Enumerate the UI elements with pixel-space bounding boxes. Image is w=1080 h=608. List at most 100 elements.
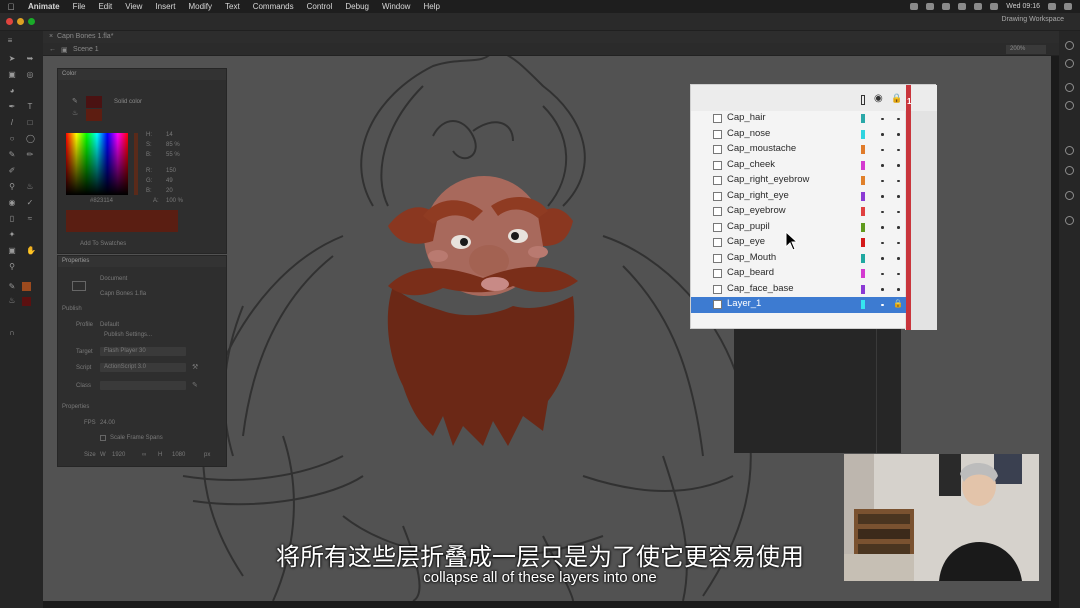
minimize-window-icon[interactable] <box>17 18 24 25</box>
paint-bucket-tool-icon[interactable]: ♨ <box>26 183 34 191</box>
layer-name[interactable]: Cap_face_base <box>727 283 794 294</box>
menu-insert[interactable]: Insert <box>155 2 182 11</box>
status-icon[interactable] <box>926 3 935 10</box>
align-panel-icon[interactable] <box>1065 146 1074 155</box>
menu-edit[interactable]: Edit <box>98 2 119 11</box>
color-picker-field[interactable] <box>66 133 128 195</box>
lock-dot[interactable] <box>897 179 900 182</box>
menu-debug[interactable]: Debug <box>345 2 376 11</box>
visibility-dot[interactable] <box>881 210 884 213</box>
eyedropper-tool-icon[interactable]: ✓ <box>26 199 34 207</box>
clock[interactable]: Wed 09:16 <box>1006 3 1040 10</box>
layer-color-swatch[interactable] <box>861 269 865 278</box>
lock-dot[interactable] <box>897 210 900 213</box>
visibility-dot[interactable] <box>881 195 884 198</box>
layer-row[interactable]: Cap_right_eyebrow <box>691 173 906 189</box>
panel-menu-icon[interactable]: ≡ <box>6 37 14 45</box>
layer-name[interactable]: Cap_beard <box>727 267 774 278</box>
width-tool-icon[interactable]: ≈ <box>26 215 34 223</box>
fill-swatch[interactable] <box>86 109 102 121</box>
text-tool-icon[interactable]: T <box>26 103 34 111</box>
lock-dot[interactable] <box>897 288 900 291</box>
brightness-slider[interactable] <box>134 133 138 195</box>
fill-color-swatch[interactable] <box>22 297 31 306</box>
visibility-dot[interactable] <box>881 148 884 151</box>
status-icon[interactable] <box>910 3 919 10</box>
visibility-dot[interactable] <box>881 272 884 275</box>
alpha-value[interactable]: 100 % <box>166 198 183 204</box>
layer-name[interactable]: Cap_eyebrow <box>727 205 786 216</box>
layer-row[interactable]: Cap_eyebrow <box>691 204 906 220</box>
target-dropdown[interactable]: Flash Player 30 <box>100 347 186 356</box>
blue-value[interactable]: 20 <box>166 188 173 194</box>
menu-commands[interactable]: Commands <box>253 2 301 11</box>
lock-icon[interactable]: 🔒 <box>893 299 903 308</box>
properties-heading[interactable]: Properties <box>62 404 89 410</box>
lock-dot[interactable] <box>897 133 900 136</box>
lock-dot[interactable] <box>897 195 900 198</box>
layer-name[interactable]: Cap_nose <box>727 128 770 139</box>
layer-row[interactable]: Cap_cheek <box>691 158 906 174</box>
layer-name[interactable]: Cap_moustache <box>727 143 796 154</box>
layer-name[interactable]: Layer_1 <box>727 298 761 309</box>
publish-settings-button[interactable]: Publish Settings... <box>104 332 152 338</box>
width-value[interactable]: 1920 <box>112 452 125 458</box>
menu-modify[interactable]: Modify <box>188 2 219 11</box>
scale-spans-checkbox[interactable] <box>100 435 106 441</box>
status-icon[interactable] <box>958 3 967 10</box>
layer-color-swatch[interactable] <box>861 145 865 154</box>
layer-row[interactable]: Cap_right_eye <box>691 189 906 205</box>
layer-row[interactable]: Cap_nose <box>691 127 906 143</box>
layer-color-swatch[interactable] <box>861 207 865 216</box>
stroke-color-swatch[interactable] <box>22 282 31 291</box>
layer-row[interactable]: Cap_moustache <box>691 142 906 158</box>
back-arrow-icon[interactable]: ← <box>49 46 56 53</box>
layer-name[interactable]: Cap_pupil <box>727 221 770 232</box>
oval-tool-icon[interactable]: ○ <box>8 135 16 143</box>
battery-icon[interactable] <box>990 3 999 10</box>
publish-heading[interactable]: Publish <box>62 306 82 312</box>
fill-bucket-icon[interactable]: ♨ <box>72 109 78 117</box>
add-to-swatches-button[interactable]: Add To Swatches <box>80 241 126 247</box>
visibility-dot[interactable] <box>881 226 884 229</box>
bone-tool-icon[interactable]: ⚲ <box>8 183 16 191</box>
fill-color-icon[interactable]: ♨ <box>8 297 16 305</box>
wrench-icon[interactable]: ⚒ <box>192 363 198 371</box>
outline-column-icon[interactable] <box>861 95 865 105</box>
r-value[interactable]: 150 <box>166 168 176 174</box>
subselection-tool-icon[interactable]: ➥ <box>26 55 34 63</box>
stroke-swatch[interactable] <box>86 96 102 108</box>
lock-dot[interactable] <box>897 164 900 167</box>
class-input[interactable] <box>100 381 186 390</box>
link-icon[interactable]: ∞ <box>142 452 146 458</box>
layer-color-swatch[interactable] <box>861 222 865 232</box>
layer-color-swatch[interactable] <box>861 284 865 294</box>
lock-dot[interactable] <box>897 226 900 229</box>
layer-row-selected[interactable]: Layer_1 🔒 <box>691 297 906 313</box>
transform-panel-icon[interactable] <box>1065 166 1074 175</box>
rectangle-tool-icon[interactable]: □ <box>26 119 34 127</box>
visibility-dot[interactable] <box>881 179 884 182</box>
layer-color-swatch[interactable] <box>861 238 865 247</box>
visibility-dot[interactable] <box>881 117 884 120</box>
playhead[interactable] <box>906 85 911 330</box>
layer-color-swatch[interactable] <box>861 300 865 309</box>
s-value[interactable]: 85 % <box>166 142 180 148</box>
library-panel-icon[interactable] <box>1065 59 1074 68</box>
layer-color-swatch[interactable] <box>861 191 865 201</box>
layer-row[interactable]: Cap_Mouth <box>691 251 906 267</box>
h-value[interactable]: 14 <box>166 132 173 138</box>
height-value[interactable]: 1080 <box>172 452 185 458</box>
menu-text[interactable]: Text <box>225 2 247 11</box>
lock-icon[interactable]: 🔒 <box>891 93 902 104</box>
layer-color-swatch[interactable] <box>861 114 865 123</box>
profile-value[interactable]: Default <box>100 322 119 328</box>
zoom-dropdown[interactable]: 200% <box>1006 45 1046 54</box>
layer-name[interactable]: Cap_eye <box>727 236 765 247</box>
fill-type-dropdown[interactable]: Solid color <box>114 99 142 105</box>
info-panel-icon[interactable] <box>1065 83 1074 92</box>
ink-bottle-tool-icon[interactable]: ◉ <box>8 199 16 207</box>
visibility-dot[interactable] <box>881 303 884 306</box>
edit-class-icon[interactable]: ✎ <box>192 381 198 389</box>
snap-icon[interactable]: ∩ <box>8 329 16 337</box>
